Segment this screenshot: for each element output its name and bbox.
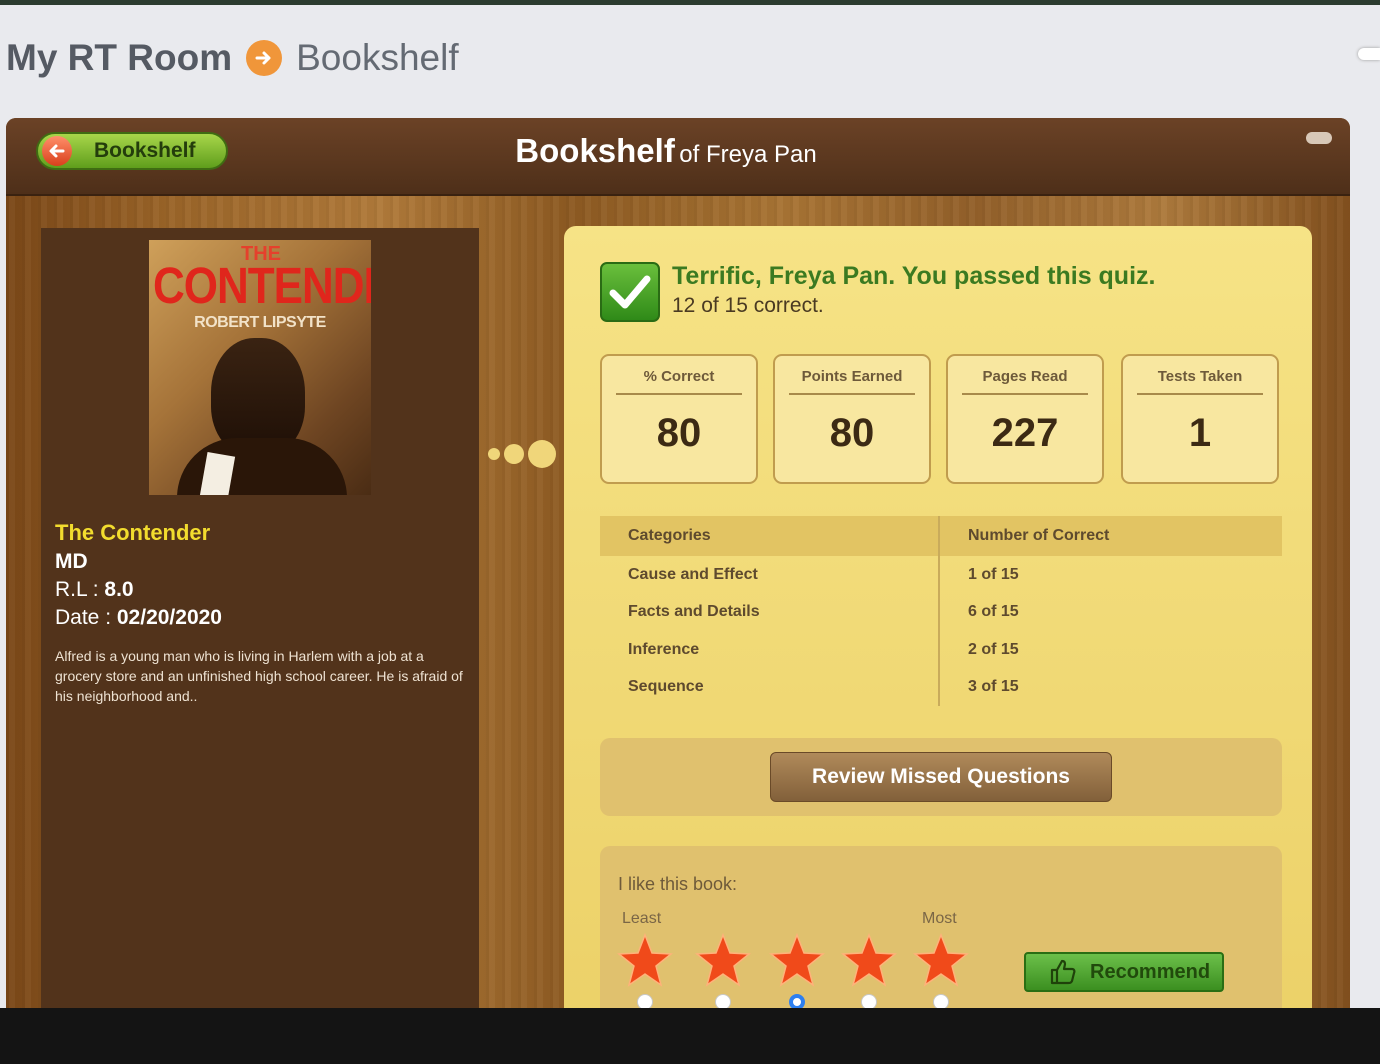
rating-question: I like this book: xyxy=(618,874,738,894)
table-header-row: Categories Number of Correct xyxy=(600,516,1282,556)
category-name: Facts and Details xyxy=(628,603,760,621)
stat-pages-read: Pages Read 227 xyxy=(946,354,1104,484)
window-title-main: Bookshelf xyxy=(515,132,675,169)
column-header-correct: Number of Correct xyxy=(968,527,1110,544)
bookshelf-window: Bookshelf Bookshelf of Freya Pan THE CON… xyxy=(6,118,1350,1013)
breadcrumb: My RT Room Bookshelf xyxy=(6,36,459,80)
book-cover-image: THE CONTENDER ROBERT LIPSYTE xyxy=(149,240,371,495)
star-icon-5[interactable] xyxy=(912,932,970,990)
table-row: Facts and Details 6 of 15 xyxy=(600,594,1282,632)
stat-label: Tests Taken xyxy=(1157,368,1243,385)
reading-level-value: 8.0 xyxy=(104,578,134,601)
quiz-date-label: Date : xyxy=(55,606,117,629)
reading-level-label: R.L : xyxy=(55,578,105,601)
star-icon-4[interactable] xyxy=(840,932,898,990)
connector-dot xyxy=(528,440,556,468)
pass-message: Terrific, Freya Pan. You passed this qui… xyxy=(672,262,1156,290)
stat-label: Points Earned xyxy=(801,368,903,385)
book-description: Alfred is a young man who is living in H… xyxy=(55,648,463,704)
categories-table: Categories Number of Correct Cause and E… xyxy=(600,516,1282,706)
quiz-date-value: 02/20/2020 xyxy=(116,606,222,629)
category-correct: 6 of 15 xyxy=(968,603,1019,621)
category-name: Sequence xyxy=(628,678,704,696)
window-control-knob[interactable] xyxy=(1306,132,1332,144)
category-name: Cause and Effect xyxy=(628,565,758,583)
window-title-owner: of Freya Pan xyxy=(679,141,817,168)
cover-author-text: ROBERT LIPSYTE xyxy=(194,314,326,331)
connector-dot xyxy=(488,448,500,460)
review-missed-questions-button[interactable]: Review Missed Questions xyxy=(770,752,1112,802)
category-correct: 3 of 15 xyxy=(968,678,1019,696)
stat-value: 227 xyxy=(991,411,1059,455)
breadcrumb-current: Bookshelf xyxy=(296,37,459,78)
stat-label: % Correct xyxy=(643,368,715,385)
rating-section: I like this book: Least Most Recommend xyxy=(600,846,1282,1013)
divider xyxy=(789,393,915,395)
quiz-date: Date : 02/20/2020 xyxy=(55,606,222,630)
checkmark-icon xyxy=(600,262,660,322)
star-icon-1[interactable] xyxy=(616,932,674,990)
window-header: Bookshelf Bookshelf of Freya Pan xyxy=(6,118,1350,196)
table-column-divider xyxy=(938,516,940,706)
book-info-panel: THE CONTENDER ROBERT LIPSYTE The Contend… xyxy=(41,228,479,1013)
pass-score: 12 of 15 correct. xyxy=(672,294,824,317)
stat-value: 80 xyxy=(829,411,875,455)
star-icon-2[interactable] xyxy=(694,932,752,990)
screen-bezel xyxy=(0,1008,1380,1064)
book-level: MD xyxy=(55,550,88,573)
reading-level: R.L : 8.0 xyxy=(55,578,134,602)
stat-points-earned: Points Earned 80 xyxy=(773,354,931,484)
recommend-button[interactable]: Recommend xyxy=(1024,952,1224,992)
thumbs-up-icon xyxy=(1048,957,1078,987)
stat-percent-correct: % Correct 80 xyxy=(600,354,758,484)
category-correct: 1 of 15 xyxy=(968,565,1019,583)
window-title: Bookshelf of Freya Pan xyxy=(6,132,1326,170)
top-edge-line xyxy=(0,0,1380,5)
table-row: Sequence 3 of 15 xyxy=(600,669,1282,707)
cover-title-text: CONTENDER xyxy=(153,258,371,315)
scrollbar-thumb[interactable] xyxy=(1358,48,1380,60)
arrow-right-icon xyxy=(246,40,283,76)
stat-value: 1 xyxy=(1188,411,1212,455)
rating-most-label: Most xyxy=(922,910,957,927)
table-row: Inference 2 of 15 xyxy=(600,631,1282,669)
divider xyxy=(616,393,742,395)
recommend-label: Recommend xyxy=(1090,960,1211,983)
stat-value: 80 xyxy=(656,411,702,455)
column-header-categories: Categories xyxy=(628,527,711,544)
divider xyxy=(1137,393,1263,395)
star-icon-3[interactable] xyxy=(768,932,826,990)
connector-dot xyxy=(504,444,524,464)
panel-connector-dots xyxy=(488,440,556,468)
book-title: The Contender xyxy=(55,520,211,545)
review-section: Review Missed Questions xyxy=(600,738,1282,816)
stat-label: Pages Read xyxy=(982,368,1068,385)
category-name: Inference xyxy=(628,640,700,658)
stat-tests-taken: Tests Taken 1 xyxy=(1121,354,1279,484)
table-row: Cause and Effect 1 of 15 xyxy=(600,556,1282,594)
divider xyxy=(962,393,1088,395)
rating-least-label: Least xyxy=(622,910,662,927)
category-correct: 2 of 15 xyxy=(968,640,1019,658)
breadcrumb-home-link[interactable]: My RT Room xyxy=(6,37,232,79)
quiz-result-panel: Terrific, Freya Pan. You passed this qui… xyxy=(564,226,1312,1013)
